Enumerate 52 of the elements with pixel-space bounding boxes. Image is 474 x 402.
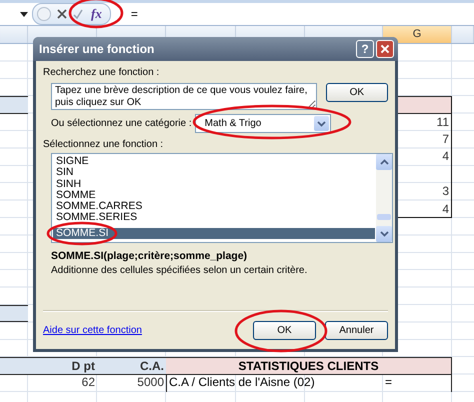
- help-link[interactable]: Aide sur cette fonction: [43, 325, 244, 336]
- dropdown-icon[interactable]: [20, 12, 28, 16]
- header-cell: [0, 96, 28, 114]
- column-header: D pt: [28, 357, 97, 376]
- table-cell-text: 11: [436, 114, 449, 130]
- circle-icon: [37, 7, 51, 21]
- function-label: Sélectionnez une fonction :: [43, 139, 164, 150]
- category-dropdown[interactable]: Math & Trigo: [194, 114, 331, 133]
- highlight-ellipse: [46, 222, 118, 246]
- table-cell-text: 5000: [136, 374, 165, 392]
- help-button[interactable]: ?: [356, 40, 374, 58]
- close-button[interactable]: [376, 40, 394, 58]
- list-item[interactable]: SIGNE: [53, 156, 375, 168]
- search-label: Recherchez une fonction :: [43, 67, 160, 78]
- insert-function-button[interactable]: fx: [89, 6, 104, 22]
- function-signature: SOMME.SI(plage;critère;somme_plage): [51, 250, 248, 262]
- category-label: Ou sélectionnez une catégorie :: [51, 118, 192, 129]
- table-cell-text: 4: [441, 200, 449, 217]
- search-button[interactable]: OK: [326, 83, 388, 102]
- header-cell: [0, 304, 28, 322]
- table-cell-text: 3: [441, 183, 449, 200]
- list-item[interactable]: SOMME.SI: [53, 228, 375, 240]
- cancel-icon[interactable]: [57, 9, 67, 19]
- column-header[interactable]: G: [383, 26, 452, 43]
- list-item[interactable]: SOMME.CARRES: [53, 201, 375, 212]
- chevron-down-icon: [380, 231, 388, 237]
- check-icon[interactable]: [73, 9, 83, 19]
- scroll-down-button[interactable]: [376, 226, 392, 242]
- table-cell-text: 7: [441, 130, 449, 147]
- cancel-button[interactable]: Annuler: [325, 321, 388, 340]
- table-cell-text: 4: [441, 148, 449, 164]
- chevron-down-icon: [316, 120, 326, 126]
- scroll-thumb[interactable]: [377, 214, 391, 220]
- scrollbar[interactable]: [376, 154, 392, 242]
- table-cell: =: [383, 374, 452, 392]
- list-item[interactable]: SOMME: [53, 190, 375, 202]
- table-cell-text: 62: [80, 374, 96, 392]
- dropdown-button[interactable]: [314, 116, 329, 131]
- scroll-up-button[interactable]: [376, 154, 392, 170]
- list-item[interactable]: SINH: [53, 178, 375, 190]
- list-item[interactable]: SIN: [53, 167, 375, 179]
- formula-text: =: [130, 7, 138, 21]
- list-item[interactable]: SOMME.SERIES: [53, 212, 375, 224]
- function-description: Additionne des cellules spécifiées selon un certain critère.: [51, 265, 308, 276]
- table-cell: C.A / Clients de l'Aisne (02): [166, 374, 383, 392]
- window-title: Insérer une fonction: [39, 42, 156, 56]
- ok-button[interactable]: OK: [253, 321, 316, 340]
- column-header: C.A.: [97, 357, 166, 376]
- chevron-up-icon: [380, 159, 388, 165]
- search-field[interactable]: Tapez une brève description de ce que vous voulez faire, puis cliquez sur OK: [51, 83, 317, 110]
- table-title: STATISTIQUES CLIENTS: [166, 357, 452, 376]
- header-cell: [0, 357, 28, 376]
